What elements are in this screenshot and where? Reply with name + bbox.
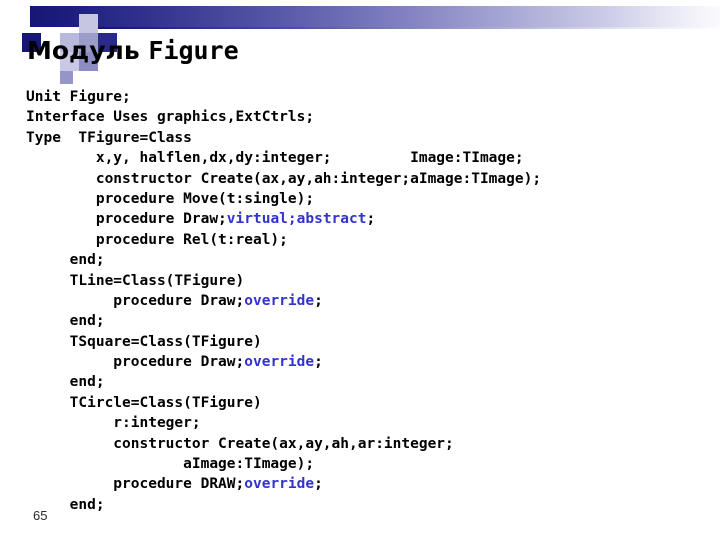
code-line: aImage:TImage); — [26, 454, 716, 474]
code-text: procedure Rel(t:real); — [26, 231, 288, 248]
code-text: procedure Draw; — [26, 354, 245, 371]
code-text: aImage:TImage); — [26, 456, 315, 473]
code-text: TSquare=Class(TFigure) — [26, 333, 262, 350]
code-line: TCircle=Class(TFigure) — [26, 393, 716, 413]
code-text: ; — [366, 211, 376, 228]
code-line: x,y, halflen,dx,dy:integer; Image:TImage… — [26, 148, 716, 168]
slide-number: 65 — [33, 508, 48, 523]
code-text: procedure Draw; — [26, 292, 245, 309]
code-line: procedure Rel(t:real); — [26, 230, 716, 250]
code-line: TSquare=Class(TFigure) — [26, 332, 716, 352]
code-line: procedure DRAW;override; — [26, 474, 716, 494]
header-gradient-bar — [30, 6, 720, 27]
code-keyword: override — [244, 476, 315, 493]
code-line: end; — [26, 250, 716, 270]
slide-header-decoration — [0, 0, 720, 84]
code-listing: Unit Figure; Interface Uses graphics,ExtC… — [26, 87, 716, 515]
decorative-square — [60, 71, 73, 84]
decorative-square — [79, 14, 98, 33]
code-text: ; — [314, 292, 323, 309]
code-text: end; — [26, 313, 105, 330]
code-line: end; — [26, 495, 716, 515]
code-line: r:integer; — [26, 413, 716, 433]
code-line: procedure Draw;virtual;abstract; — [26, 209, 716, 229]
code-keyword: override — [244, 292, 315, 309]
code-text: procedure Move(t:single); — [26, 190, 315, 207]
code-text: end; — [26, 374, 105, 391]
code-text: end; — [26, 252, 105, 269]
code-text: TCircle=Class(TFigure) — [26, 394, 262, 411]
code-text: x,y, halflen,dx,dy:integer; Image:TImage… — [26, 150, 524, 167]
code-line: Interface Uses graphics,ExtCtrls; — [26, 107, 716, 127]
code-text: r:integer; — [26, 415, 201, 432]
code-text: procedure DRAW; — [26, 476, 245, 493]
code-text: Type TFigure=Class — [26, 129, 192, 146]
code-text: Interface Uses graphics,ExtCtrls; — [26, 109, 315, 126]
code-line: constructor Create(ax,ay,ah,ar:integer; — [26, 434, 716, 454]
code-line: TLine=Class(TFigure) — [26, 271, 716, 291]
header-underline — [96, 27, 720, 29]
code-line: procedure Move(t:single); — [26, 189, 716, 209]
code-text: Unit Figure; — [26, 89, 131, 105]
code-keyword: virtual;abstract — [226, 211, 367, 228]
code-text: ; — [314, 476, 323, 493]
code-line: procedure Draw;override; — [26, 352, 716, 372]
code-text: constructor Create(ax,ay,ah:integer;aIma… — [26, 170, 542, 187]
code-line: Type TFigure=Class — [26, 128, 716, 148]
code-line: procedure Draw;override; — [26, 291, 716, 311]
code-text: ; — [314, 354, 323, 371]
code-line: end; — [26, 311, 716, 331]
page-title: Модуль Figure — [27, 36, 239, 66]
page-title-cyrillic: Модуль — [27, 36, 140, 65]
code-text: TLine=Class(TFigure) — [26, 272, 245, 289]
page-title-mono: Figure — [148, 36, 239, 65]
code-keyword: override — [244, 354, 315, 371]
code-line: constructor Create(ax,ay,ah:integer;aIma… — [26, 169, 716, 189]
code-text: procedure Draw; — [26, 211, 227, 228]
code-text: constructor Create(ax,ay,ah,ar:integer; — [26, 435, 454, 452]
code-line: end; — [26, 372, 716, 392]
code-line: Unit Figure; — [26, 87, 716, 107]
